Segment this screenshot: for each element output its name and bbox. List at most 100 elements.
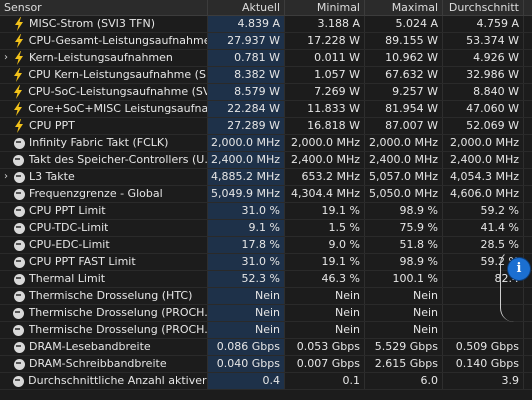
current-value: 52.3 %: [208, 271, 285, 287]
max-value: 5.024 A: [365, 16, 443, 32]
table-row[interactable]: CPU-SoC-Leistungsaufnahme (SV... 8.579 W7…: [0, 84, 532, 101]
sensor-name: CPU-Gesamt-Leistungsaufnahme: [28, 34, 207, 47]
clock-icon: [12, 170, 26, 184]
table-row[interactable]: CPU PPT 27.289 W 16.818 W 87.007 W 52.069 W: [0, 118, 532, 135]
max-value: 81.954 W: [365, 101, 443, 117]
table-row[interactable]: CPU PPT FAST Limit 31.0 % 19.1 % 98.9 % 59.2…: [0, 254, 532, 271]
sensor-table: Sensor Aktuell Minimal Maximal Durchschn…: [0, 0, 532, 400]
sensor-name: DRAM-Lesebandbreite: [29, 340, 151, 353]
sensor-name: Infinity Fabric Takt (FCLK): [29, 136, 169, 149]
column-header-avg[interactable]: Durchschnitt: [443, 0, 524, 16]
table-row[interactable]: Thermische Drosselung (PROCH... Nein Nein N…: [0, 322, 532, 339]
table-row[interactable]: CPU-Gesamt-Leistungsaufnahme 27.937 W 17.2…: [0, 33, 532, 50]
info-icon[interactable]: i: [508, 258, 530, 280]
min-value: 1.5 %: [285, 220, 365, 236]
expand-chevron-icon[interactable]: ›: [0, 169, 12, 185]
current-value: 0.4: [208, 373, 285, 389]
table-row[interactable]: Frequenzgrenze - Global 5,049.9 MHz 4,304.…: [0, 186, 532, 203]
current-value: Nein: [208, 305, 285, 321]
table-row[interactable]: › L3 Takte 4,885.2 MHz 653.2 MHz 5,057.0 MHz…: [0, 169, 532, 186]
sensor-name: CPU-SoC-Leistungsaufnahme (SV...: [28, 85, 207, 98]
column-header-max[interactable]: Maximal: [365, 0, 443, 16]
avg-value: 4.926 W: [443, 50, 524, 66]
clock-icon: [12, 272, 26, 286]
max-value: 2,000.0 MHz: [365, 135, 443, 151]
min-value: 2,400.0 MHz: [285, 152, 365, 168]
table-row[interactable]: Takt des Speicher-Controllers (U... 2,400…: [0, 152, 532, 169]
sensor-cell: MISC-Strom (SVI3 TFN): [0, 16, 208, 32]
clock-icon: [11, 374, 25, 388]
avg-value: 32.986 W: [443, 67, 524, 83]
table-row[interactable]: DRAM-Schreibbandbreite 0.040 Gbps 0.007 Gb…: [0, 356, 532, 373]
clock-icon: [12, 187, 26, 201]
expand-chevron-icon[interactable]: ›: [0, 50, 12, 66]
power-bolt-icon: [12, 34, 26, 48]
current-value: 5,049.9 MHz: [208, 186, 285, 202]
clock-icon: [12, 204, 26, 218]
sensor-name: Takt des Speicher-Controllers (U...: [28, 153, 208, 166]
sensor-cell: Core+SoC+MISC Leistungsaufna...: [0, 101, 208, 117]
max-value: 100.1 %: [365, 271, 443, 287]
min-value: 0.011 W: [285, 50, 365, 66]
table-row[interactable]: CPU Kern-Leistungsaufnahme (S... 8.382 W1…: [0, 67, 532, 84]
current-value: 2,000.0 MHz: [208, 135, 285, 151]
max-value: Nein: [365, 305, 443, 321]
min-value: Nein: [285, 288, 365, 304]
min-value: 11.833 W: [285, 101, 365, 117]
power-bolt-icon: [11, 68, 25, 82]
min-value: 19.1 %: [285, 203, 365, 219]
table-row[interactable]: Thermische Drosselung (PROCH... Nein Nein N…: [0, 305, 532, 322]
sensor-cell: CPU PPT: [0, 118, 208, 134]
sensor-name: Durchschnittliche Anzahl aktiver ...: [28, 374, 207, 387]
clock-icon: [12, 340, 26, 354]
column-header-min[interactable]: Minimal: [285, 0, 365, 16]
sensor-name: MISC-Strom (SVI3 TFN): [29, 17, 155, 30]
column-header-sensor[interactable]: Sensor: [0, 0, 208, 16]
power-bolt-icon: [11, 85, 25, 99]
table-row[interactable]: CPU PPT Limit 31.0 % 19.1 % 98.9 % 59.2 %: [0, 203, 532, 220]
column-header-current[interactable]: Aktuell: [208, 0, 285, 16]
table-row[interactable]: CPU-TDC-Limit 9.1 % 1.5 % 75.9 % 41.4 %: [0, 220, 532, 237]
avg-value: 0.140 Gbps: [443, 356, 524, 372]
max-value: 98.9 %: [365, 203, 443, 219]
min-value: 17.228 W: [285, 33, 365, 49]
current-value: 4,885.2 MHz: [208, 169, 285, 185]
min-value: 16.818 W: [285, 118, 365, 134]
table-header: Sensor Aktuell Minimal Maximal Durchschn…: [0, 0, 532, 16]
sensor-cell: CPU-Gesamt-Leistungsaufnahme: [0, 33, 208, 49]
max-value: 9.257 W: [365, 84, 443, 100]
table-row[interactable]: Core+SoC+MISC Leistungsaufna... 22.284 W1…: [0, 101, 532, 118]
current-value: 8.579 W: [208, 84, 285, 100]
sensor-name: CPU Kern-Leistungsaufnahme (S...: [28, 68, 207, 81]
table-row[interactable]: Thermal Limit 52.3 % 46.3 % 100.1 % 82.4: [0, 271, 532, 288]
max-value: 51.8 %: [365, 237, 443, 253]
sensor-name: CPU-TDC-Limit: [29, 221, 109, 234]
table-row[interactable]: Infinity Fabric Takt (FCLK) 2,000.0 MHz 2,…: [0, 135, 532, 152]
min-value: 653.2 MHz: [285, 169, 365, 185]
avg-value: 41.4 %: [443, 220, 524, 236]
max-value: 5.529 Gbps: [365, 339, 443, 355]
min-value: 2,000.0 MHz: [285, 135, 365, 151]
sensor-cell: CPU-EDC-Limit: [0, 237, 208, 253]
current-value: Nein: [208, 288, 285, 304]
table-row[interactable]: Durchschnittliche Anzahl aktiver ... 0.4 0…: [0, 373, 532, 390]
current-value: 22.284 W: [208, 101, 285, 117]
max-value: 89.155 W: [365, 33, 443, 49]
max-value: 5,057.0 MHz: [365, 169, 443, 185]
min-value: 1.057 W: [285, 67, 365, 83]
table-row[interactable]: Thermische Drosselung (HTC) Nein Nein Nein: [0, 288, 532, 305]
max-value: 2,400.0 MHz: [365, 152, 443, 168]
sensor-name: CPU PPT FAST Limit: [29, 255, 136, 268]
max-value: 2.615 Gbps: [365, 356, 443, 372]
sensor-name: Kern-Leistungsaufnahmen: [29, 51, 173, 64]
table-row[interactable]: CPU-EDC-Limit 17.8 % 9.0 % 51.8 % 28.5 %: [0, 237, 532, 254]
table-row[interactable]: › Kern-Leistungsaufnahmen 0.781 W 0.011 W 10…: [0, 50, 532, 67]
sensor-cell: Thermische Drosselung (PROCH...: [0, 305, 208, 321]
avg-value: 2,000.0 MHz: [443, 135, 524, 151]
sensor-name: CPU PPT: [29, 119, 75, 132]
power-bolt-icon: [12, 17, 26, 31]
max-value: 75.9 %: [365, 220, 443, 236]
table-row[interactable]: MISC-Strom (SVI3 TFN) 4.839 A 3.188 A 5.024…: [0, 16, 532, 33]
min-value: 19.1 %: [285, 254, 365, 270]
table-row[interactable]: DRAM-Lesebandbreite 0.086 Gbps 0.053 Gbps 5…: [0, 339, 532, 356]
